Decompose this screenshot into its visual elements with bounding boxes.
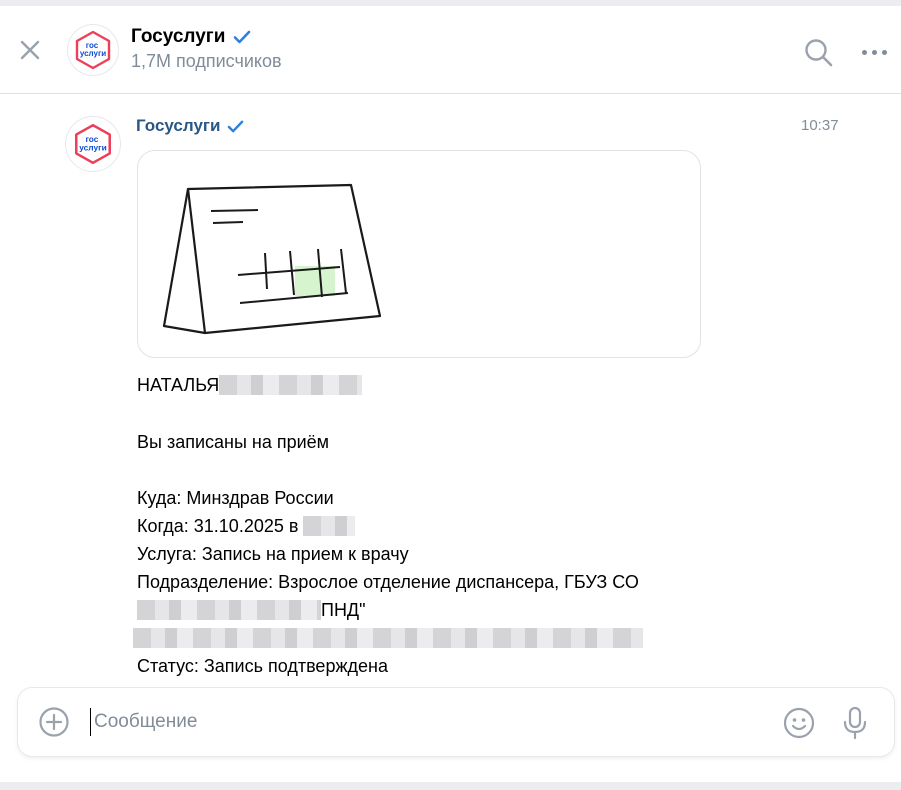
when-text: Когда: 31.10.2025 в bbox=[137, 516, 304, 536]
message-line-where: Куда: Минздрав России bbox=[137, 488, 334, 508]
logo-text-2: услуги bbox=[80, 49, 106, 58]
message-composer bbox=[18, 688, 894, 756]
message-line-department: Подразделение: Взрослое отделение диспан… bbox=[137, 572, 639, 592]
more-icon bbox=[862, 49, 867, 55]
message-line-department-cont: ПНД" bbox=[137, 596, 366, 624]
channel-name: Госуслуги bbox=[131, 26, 226, 47]
calendar-illustration bbox=[162, 183, 382, 335]
more-icon bbox=[882, 49, 887, 55]
message-avatar[interactable]: гос услуги bbox=[65, 116, 121, 172]
voice-button[interactable] bbox=[842, 706, 868, 740]
close-icon bbox=[20, 40, 40, 60]
message-input[interactable] bbox=[90, 708, 770, 736]
message-time: 10:37 bbox=[801, 117, 839, 134]
gosuslugi-logo: гос услуги bbox=[75, 30, 111, 70]
more-icon bbox=[872, 49, 877, 55]
author-name: Госуслуги bbox=[136, 116, 221, 135]
recipient-name: НАТАЛЬЯ bbox=[137, 375, 220, 395]
chat-header: гос услуги Госуслуги 1,7M подписчиков bbox=[0, 6, 901, 94]
message-line-service: Услуга: Запись на прием к врачу bbox=[137, 544, 409, 564]
verified-icon bbox=[234, 30, 251, 44]
subscribers-count: 1,7M подписчиков bbox=[131, 51, 282, 71]
message-author[interactable]: Госуслуги bbox=[136, 116, 244, 136]
search-button[interactable] bbox=[802, 36, 836, 70]
message-line-when: Когда: 31.10.2025 в bbox=[137, 512, 356, 540]
redacted-text bbox=[133, 628, 643, 648]
bottom-bar bbox=[0, 782, 901, 790]
add-icon bbox=[39, 707, 69, 737]
logo-text-2: услуги bbox=[79, 142, 107, 152]
message-line-redacted bbox=[133, 624, 643, 652]
verified-icon bbox=[228, 120, 244, 132]
chat-window: гос услуги Госуслуги 1,7M подписчиков го… bbox=[0, 6, 901, 782]
close-button[interactable] bbox=[14, 34, 46, 66]
search-icon bbox=[805, 39, 833, 67]
mic-icon bbox=[843, 706, 867, 740]
message-line-status: Статус: Запись подтверждена bbox=[137, 656, 388, 676]
attach-button[interactable] bbox=[38, 706, 70, 738]
message-line-appointment: Вы записаны на приём bbox=[137, 432, 330, 452]
gosuslugi-logo: гос услуги bbox=[75, 123, 111, 165]
emoji-button[interactable] bbox=[782, 706, 816, 740]
more-button[interactable] bbox=[862, 40, 896, 64]
emoji-icon bbox=[783, 707, 815, 739]
redacted-text bbox=[219, 375, 363, 395]
avatar[interactable]: гос услуги bbox=[67, 24, 119, 76]
message-line-name: НАТАЛЬЯ bbox=[137, 371, 363, 399]
calendar-card[interactable] bbox=[137, 150, 701, 358]
department-cont-text: ПНД" bbox=[321, 600, 366, 620]
page-title[interactable]: Госуслуги bbox=[131, 26, 251, 48]
redacted-text bbox=[303, 516, 356, 536]
redacted-text bbox=[137, 600, 321, 620]
